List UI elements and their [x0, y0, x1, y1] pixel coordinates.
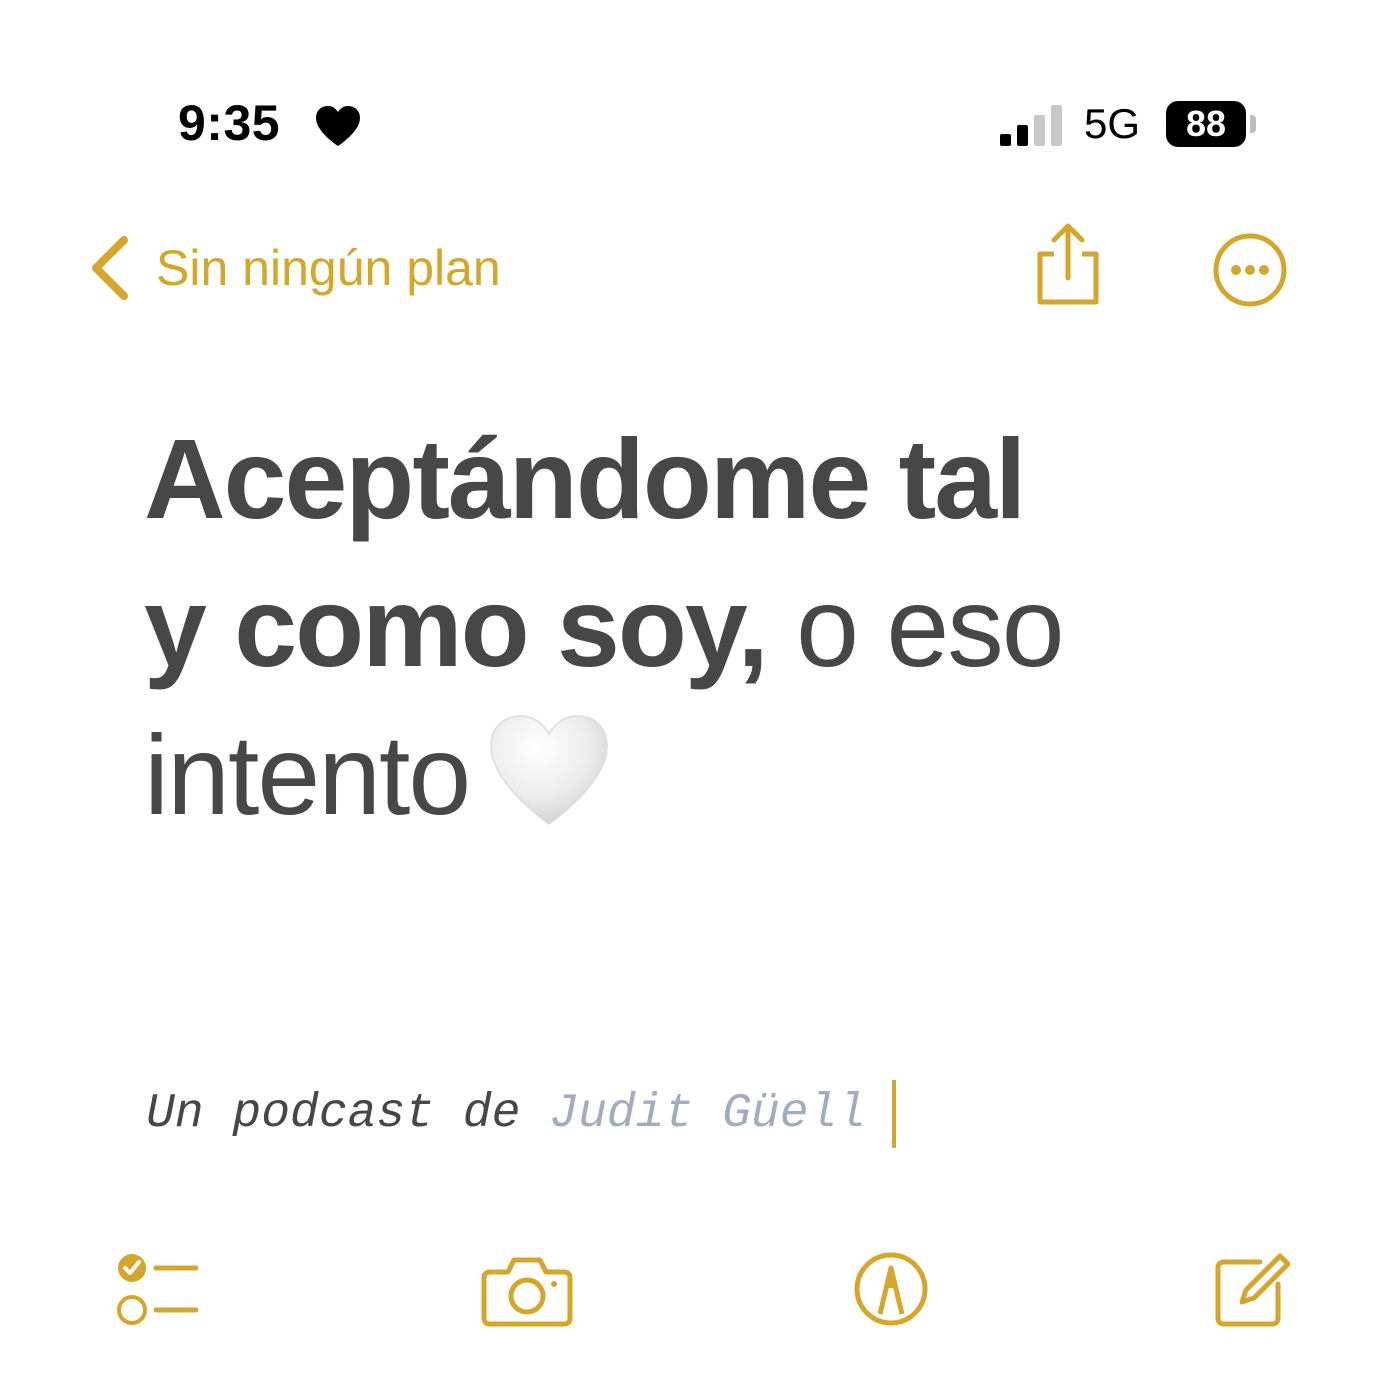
note-title[interactable]: Aceptándome tal y como soy, o eso intent…	[144, 405, 1264, 849]
cellular-signal-icon	[1000, 105, 1062, 146]
title-light-line2: o eso	[766, 564, 1064, 690]
heart-icon	[316, 106, 360, 146]
title-bold-line2: y como soy,	[144, 564, 769, 690]
more-options-icon[interactable]	[1212, 232, 1288, 308]
compose-icon[interactable]	[1210, 1248, 1290, 1330]
battery-indicator: 88	[1166, 101, 1258, 147]
white-heart-emoji-icon	[490, 715, 609, 825]
subtitle-author: Judit Güell	[549, 1087, 867, 1141]
checklist-icon[interactable]	[112, 1248, 202, 1330]
title-light-line3: intento	[144, 712, 471, 838]
network-type: 5G	[1084, 100, 1141, 147]
back-button-label: Sin ningún plan	[156, 240, 501, 296]
battery-percent: 88	[1166, 101, 1246, 147]
battery-tip	[1250, 115, 1256, 133]
chevron-left-icon	[92, 236, 128, 300]
back-button[interactable]: Sin ningún plan	[86, 230, 501, 306]
share-icon[interactable]	[1030, 222, 1106, 308]
camera-icon[interactable]	[480, 1248, 574, 1330]
note-subtitle[interactable]: Un podcast de Judit Güell	[146, 1080, 897, 1148]
status-time: 9:35	[178, 95, 281, 151]
text-cursor	[892, 1080, 897, 1148]
title-bold-line1: Aceptándome tal	[144, 416, 1026, 542]
subtitle-prefix: Un podcast de	[146, 1087, 550, 1141]
markup-pen-icon[interactable]	[852, 1248, 930, 1330]
